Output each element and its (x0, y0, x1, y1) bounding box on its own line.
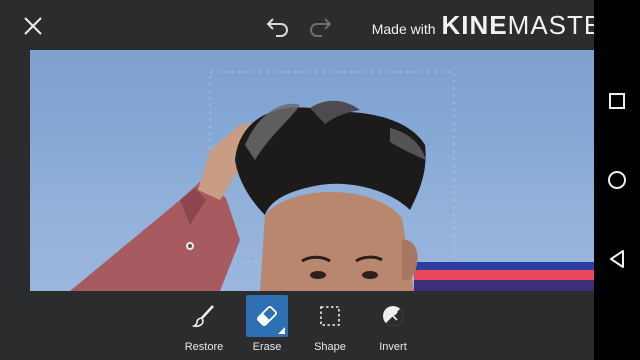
restore-tool-button[interactable]: Restore (174, 295, 234, 357)
restore-label: Restore (184, 341, 224, 353)
photo (70, 71, 594, 291)
system-nav-bar (594, 0, 640, 360)
invert-label: Invert (379, 341, 407, 353)
close-button[interactable] (12, 8, 54, 44)
undo-icon (266, 18, 288, 37)
watermark-prefix: Made with (371, 21, 436, 37)
redo-button[interactable] (300, 8, 340, 44)
options-corner-icon (278, 327, 285, 334)
undo-button[interactable] (258, 8, 298, 44)
invert-tool-button[interactable]: Invert (363, 295, 423, 357)
circle-icon (608, 171, 626, 189)
shape-label: Shape (314, 341, 346, 353)
erase-tool-button[interactable]: Erase (237, 295, 297, 357)
home-button[interactable] (602, 165, 632, 195)
redo-icon (310, 18, 332, 37)
shape-tool-button[interactable]: Shape (300, 295, 360, 357)
watermark: Made with KINEMASTER (372, 10, 622, 41)
tool-bar: Restore Erase Shape Invert (0, 291, 594, 360)
watermark-brand-bold: KINE (441, 10, 508, 40)
back-button[interactable] (602, 244, 632, 274)
triangle-back-icon (610, 250, 624, 268)
eraser-icon (246, 295, 288, 337)
close-icon (24, 17, 42, 35)
brush-icon (183, 295, 225, 337)
image-canvas[interactable] (30, 50, 594, 291)
recents-button[interactable] (602, 86, 632, 116)
invert-icon (372, 295, 414, 337)
dashed-square-icon (309, 295, 351, 337)
square-icon (609, 93, 625, 109)
erase-label: Erase (252, 341, 282, 353)
photo-editor-app: Restore Erase Shape Invert Made with KIN… (0, 0, 621, 360)
